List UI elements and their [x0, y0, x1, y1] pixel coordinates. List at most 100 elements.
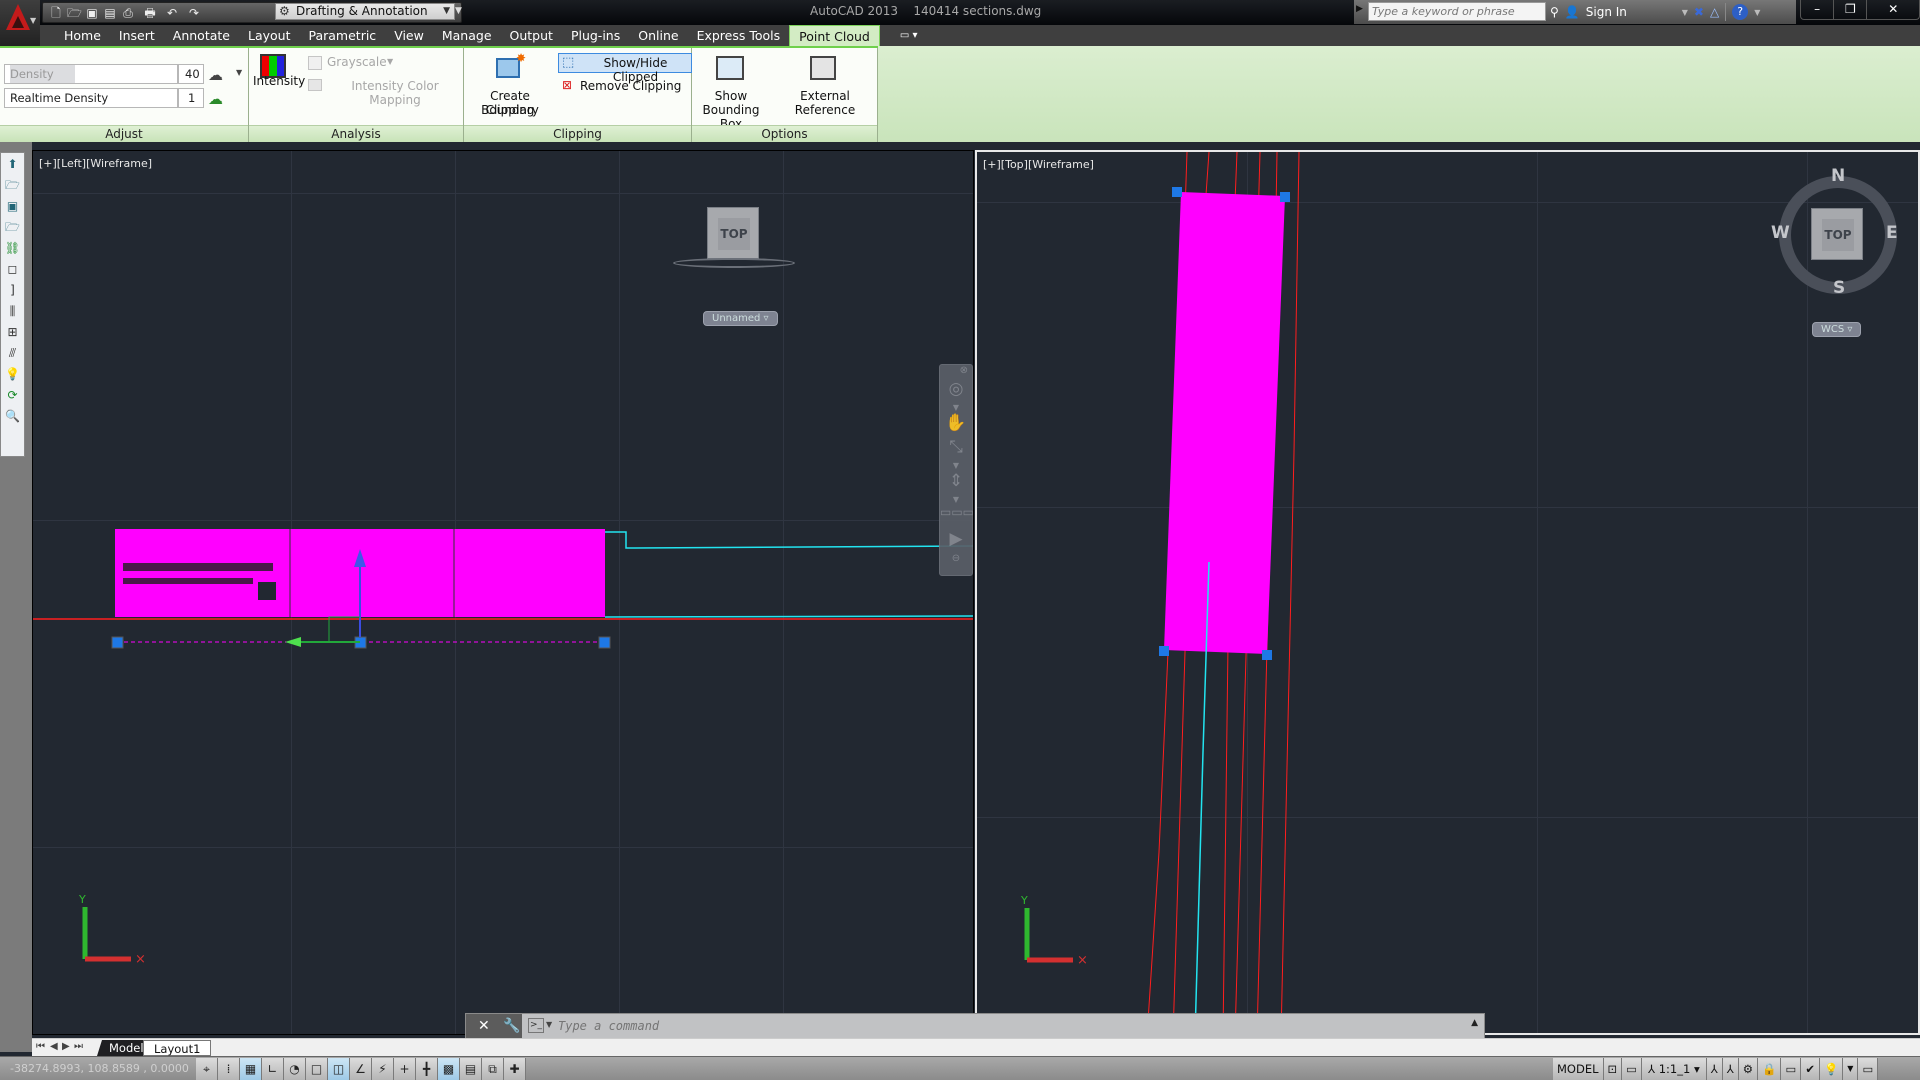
chevron-down-icon[interactable]: ▼ [940, 461, 972, 471]
tab-manage[interactable]: Manage [433, 25, 501, 46]
command-history-icon[interactable]: ▲ [1471, 1018, 1478, 1028]
next-layout-icon[interactable]: ▶ [62, 1041, 70, 1052]
lock-icon[interactable]: 🔒 [1758, 1058, 1782, 1080]
quick-properties-toggle[interactable]: ▤ [460, 1058, 482, 1080]
binoculars-icon[interactable]: ⚲ [1550, 5, 1559, 19]
ucs-menu-button[interactable]: Unnamed ▿ [703, 311, 778, 326]
ortho-mode-toggle[interactable]: ∟ [262, 1058, 284, 1080]
realtime-density-value[interactable]: 1 [178, 88, 204, 108]
wrench-icon[interactable]: 🔧 [503, 1018, 520, 1034]
chevron-down-icon[interactable]: ▼ [940, 495, 972, 505]
exchange-icon[interactable]: ✖ [1694, 5, 1704, 19]
object-snap-toggle[interactable]: □ [306, 1058, 328, 1080]
restore-button[interactable]: ❐ [1834, 0, 1868, 19]
chevron-down-icon[interactable]: ▼ [940, 403, 972, 413]
density-value[interactable]: 40 [178, 64, 204, 84]
previous-layout-icon[interactable]: ◀ [50, 1041, 58, 1052]
gizmo-toggle[interactable]: ✚ [504, 1058, 526, 1080]
first-layout-icon[interactable]: ⏮ [36, 1041, 45, 1052]
workspace-dropdown[interactable]: ⚙ Drafting & Annotation ▼ [275, 3, 455, 20]
tab-online[interactable]: Online [629, 25, 687, 46]
zoom-extents-icon[interactable]: ⤡ [940, 437, 972, 461]
tab-output[interactable]: Output [501, 25, 562, 46]
search-input[interactable]: Type a keyword or phrase [1368, 2, 1546, 21]
viewcube-face-top[interactable]: TOP [718, 218, 750, 250]
play-icon[interactable]: ▶ [940, 529, 972, 553]
infer-constraints-toggle[interactable]: ⌖ [196, 1058, 218, 1080]
delete-wall-icon[interactable]: ⫻ [2, 343, 23, 363]
publish-icon[interactable]: ⎙ [121, 6, 135, 20]
quick-view-drawings-icon[interactable]: ▭ [1622, 1058, 1643, 1080]
lineweight-toggle[interactable]: ╋ [416, 1058, 438, 1080]
annotation-scale-dropdown[interactable]: ⅄ 1:1_1 ▾ [1642, 1058, 1707, 1080]
polar-tracking-toggle[interactable]: ◔ [284, 1058, 306, 1080]
external-reference-button[interactable]: External Reference [774, 89, 876, 117]
tab-layout[interactable]: Layout [239, 25, 300, 46]
light-bulb-icon[interactable]: 💡 [2, 364, 23, 384]
compass-west[interactable]: W [1771, 223, 1790, 243]
viewcube[interactable]: TOP [1811, 208, 1863, 260]
3d-object-snap-toggle[interactable]: ◫ [328, 1058, 350, 1080]
chevron-down-icon[interactable]: ▼ [1682, 8, 1688, 17]
wall-tool-icon[interactable]: ⫼ [2, 301, 23, 321]
dimension-icon[interactable]: ] [2, 280, 23, 300]
application-menu-button[interactable]: ▼ [0, 0, 40, 46]
recent-commands-icon[interactable]: >_ [528, 1018, 544, 1033]
refresh-point-cloud-icon[interactable]: ☁ [208, 90, 223, 108]
save-point-cloud-icon[interactable]: ▣ [2, 196, 23, 216]
auto-scale-icon[interactable]: ⅄ [1722, 1058, 1739, 1080]
layer-tools-icon[interactable]: ⛓ [2, 238, 23, 258]
open-icon[interactable]: 🗁 [67, 6, 82, 20]
command-input[interactable] [558, 1014, 1458, 1038]
annotation-visibility-icon[interactable]: ⅄ [1706, 1058, 1723, 1080]
external-reference-icon[interactable] [810, 56, 836, 80]
grid-display-toggle[interactable]: ▦ [240, 1058, 262, 1080]
hardware-acceleration-icon[interactable]: ▭ [1781, 1058, 1802, 1080]
dynamic-ucs-toggle[interactable]: ⚡ [372, 1058, 394, 1080]
viewport-right[interactable]: [+][Top][Wireframe] Y × N S W E TOP WCS … [975, 150, 1920, 1035]
realtime-density-slider[interactable]: Realtime Density [4, 88, 178, 108]
open-point-cloud-icon[interactable]: 🗁 [2, 217, 23, 237]
navbar-options-icon[interactable]: ⊖ [940, 553, 972, 577]
ribbon-minimize-button[interactable]: ▭ ▾ [880, 25, 927, 46]
object-snap-tracking-toggle[interactable]: ∠ [350, 1058, 372, 1080]
clean-screen-icon[interactable]: ▭ [1858, 1058, 1879, 1080]
intensity-button[interactable]: Intensity [253, 74, 305, 88]
tab-express-tools[interactable]: Express Tools [688, 25, 790, 46]
density-slider[interactable]: Density [4, 64, 178, 84]
selection-cycling-toggle[interactable]: ⧉ [482, 1058, 504, 1080]
ucs-menu-button[interactable]: WCS ▿ [1812, 322, 1862, 337]
pan-icon[interactable]: ✋ [940, 413, 972, 437]
save-icon[interactable]: ▣ [85, 6, 99, 20]
redo-icon[interactable]: ↷ [183, 6, 205, 20]
help-icon[interactable]: ? [1732, 4, 1749, 20]
coordinates-readout[interactable]: -38274.8993, 108.8589 , 0.0000 [10, 1062, 189, 1075]
tab-annotate[interactable]: Annotate [164, 25, 239, 46]
viewcube-ring[interactable] [673, 258, 795, 268]
model-space-button[interactable]: MODEL [1553, 1058, 1604, 1080]
tab-insert[interactable]: Insert [110, 25, 164, 46]
compass-south[interactable]: S [1833, 278, 1845, 298]
close-icon[interactable]: ⊗ [940, 365, 972, 379]
show-bounding-box-button[interactable]: Show [694, 89, 768, 103]
tab-parametric[interactable]: Parametric [299, 25, 385, 46]
refresh-icon[interactable]: ⟳ [2, 385, 23, 405]
new-icon[interactable]: 🗋 [49, 6, 63, 20]
grayscale-button[interactable]: Grayscale [327, 55, 387, 69]
dynamic-input-toggle[interactable]: + [394, 1058, 416, 1080]
close-icon[interactable]: ✕ [478, 1018, 490, 1034]
attach-point-cloud-icon[interactable]: ⬆ [2, 154, 23, 174]
remove-clipping-button[interactable]: Remove Clipping [580, 79, 681, 93]
intensity-color-mapping-button[interactable]: Intensity Color Mapping [327, 79, 463, 107]
viewcube[interactable]: TOP [707, 207, 759, 259]
close-button[interactable]: ✕ [1867, 0, 1919, 19]
customize-qat-button[interactable]: ▼ [455, 3, 467, 20]
viewcube-face-top[interactable]: TOP [1822, 219, 1854, 251]
compass-north[interactable]: N [1831, 166, 1845, 186]
chevron-down-icon[interactable]: ▼ [1754, 8, 1760, 17]
autodesk-360-icon[interactable]: △ [1710, 5, 1719, 19]
isolate-objects-icon[interactable]: ✔ [1801, 1058, 1820, 1080]
transparency-toggle[interactable]: ▩ [438, 1058, 460, 1080]
chevron-down-icon[interactable]: ▼ [236, 68, 242, 77]
showmotion-icon[interactable]: ▭▭▭ [940, 505, 973, 529]
